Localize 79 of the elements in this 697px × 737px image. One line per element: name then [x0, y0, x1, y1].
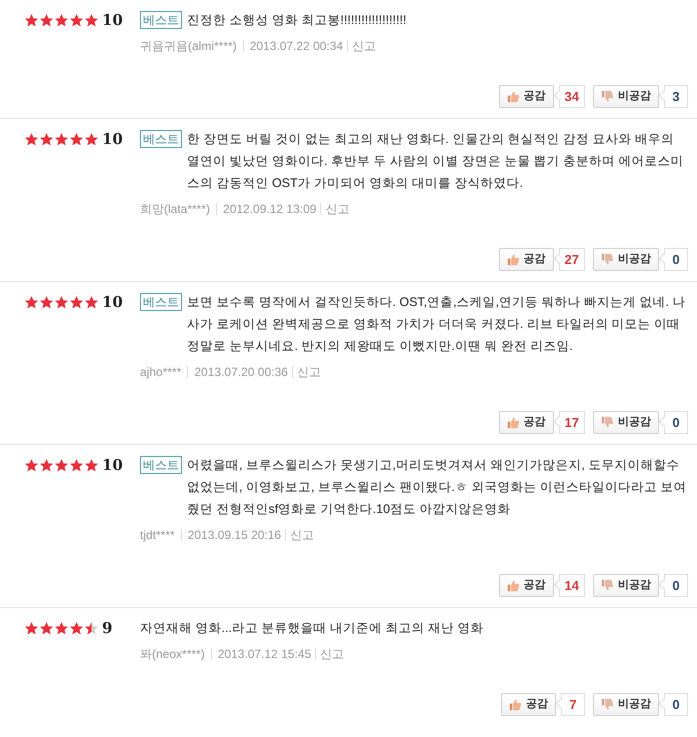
thumbs-down-icon [601, 253, 614, 266]
star-icon [39, 13, 54, 28]
rating-score: 10 [102, 131, 123, 147]
star-icon [84, 458, 99, 473]
review-date: 2013.07.12 15:45 [218, 646, 312, 663]
star-icon [84, 295, 99, 310]
review-date: 2013.09.15 20:16 [188, 527, 282, 544]
star-icon [54, 132, 69, 147]
star-icon [54, 621, 69, 636]
star-icon [24, 13, 39, 28]
star-icon [69, 13, 84, 28]
rating-score: 10 [102, 294, 123, 310]
review-text: 진정한 소행성 영화 최고봉!!!!!!!!!!!!!!!!!!! [187, 12, 408, 29]
review-date: 2012.09.12 13:09 [223, 201, 316, 218]
dislike-button[interactable]: 비공감 [593, 574, 659, 597]
star-icon [69, 295, 84, 310]
dislike-button[interactable]: 비공감 [593, 248, 659, 271]
dislike-count: 3 [664, 85, 688, 108]
like-button[interactable]: 공감 [501, 693, 556, 716]
thumbs-down-icon [601, 579, 614, 592]
thumbs-up-icon [506, 416, 520, 429]
thumbs-up-icon [506, 579, 520, 592]
review-text: 한 장면도 버릴 것이 없는 최고의 재난 영화다. 인물간의 현실적인 감정 묘사와 배우의 열연이 빛났던 영화이다. 후반부 두 사람의 이별 장면은 눈물 뽑기 충분하며 에어로스미스의 감동적인 OST가 가미되어 영화의 대미를 장식하였다. [187, 131, 685, 192]
star-icon [84, 621, 99, 636]
like-button[interactable]: 공감 [498, 574, 554, 597]
author-name: 귀욤귀욤(almi****) [140, 38, 237, 55]
rating-score: 10 [102, 457, 123, 473]
review-text: 자연재해 영화...라고 분류했을때 내기준에 최고의 재난 영화 [140, 620, 484, 637]
star-icon [54, 295, 69, 310]
thumbs-up-icon [509, 698, 522, 711]
review-text: 어렸을때, 브루스윌리스가 못생기고,머리도벗겨져서 왜인기가많은지, 도무지이해할수없었는데, 이영화보고, 브루스윌리스 팬이됐다.ㅎ 외국영화는 이런스타일이다라고 보여줬던 전형적인sf영화로 기억한다.10점도 아깝지않은영화 [187, 457, 688, 518]
dislike-button[interactable]: 비공감 [593, 85, 659, 108]
like-button[interactable]: 공감 [498, 85, 554, 108]
author-name: 희망(lata****) [140, 201, 210, 218]
like-button[interactable]: 공감 [498, 248, 554, 271]
star-icon [39, 458, 54, 473]
dislike-count: 0 [664, 574, 688, 597]
review-date: 2013.07.22 00:34 [250, 38, 344, 55]
dislike-button[interactable]: 비공감 [593, 693, 659, 716]
star-icon [39, 295, 54, 310]
author-name: tjdt**** [140, 527, 175, 544]
rating-score: 9 [102, 620, 112, 636]
star-icon [24, 132, 39, 147]
thumbs-up-icon [506, 90, 520, 103]
best-badge: 베스트 [140, 11, 182, 29]
rating-score: 10 [102, 12, 123, 28]
star-icon [24, 621, 39, 636]
review-date: 2013.07.20 00:36 [194, 364, 288, 381]
best-badge: 베스트 [140, 456, 182, 474]
best-badge: 베스트 [140, 293, 182, 311]
thumbs-down-icon [601, 698, 614, 711]
thumbs-down-icon [601, 90, 614, 103]
star-icon [84, 13, 99, 28]
star-icon [39, 132, 54, 147]
star-icon [24, 458, 39, 473]
dislike-button[interactable]: 비공감 [593, 411, 659, 434]
like-count: 17 [558, 411, 585, 434]
star-icon [54, 458, 69, 473]
dislike-count: 0 [664, 693, 688, 716]
like-count: 34 [558, 85, 585, 108]
review-text: 보면 보수록 명작에서 걸작인듯하다. OST,연출,스케일,연기등 뭐하나 빠지는게 없네. 나사가 로케이션 완벽제공으로 영화적 가치가 더더욱 커졌다. 리브 타일러의 미모는 이때 정말로 눈부시네요. 반지의 제왕때도 이뻤지만.이땐 뭐 완전 리즈임. [187, 294, 686, 355]
like-count: 27 [558, 248, 585, 271]
star-icon [69, 132, 84, 147]
best-badge: 베스트 [140, 130, 182, 148]
star-icon [69, 458, 84, 473]
thumbs-up-icon [506, 253, 520, 266]
like-count: 7 [561, 693, 585, 716]
author-name: 퐈(neox****) [140, 646, 205, 663]
dislike-count: 0 [664, 248, 688, 271]
dislike-count: 0 [664, 411, 688, 434]
star-icon [24, 295, 39, 310]
like-button[interactable]: 공감 [498, 411, 554, 434]
star-icon [69, 621, 84, 636]
like-count: 14 [558, 574, 585, 597]
author-name: ajho**** [140, 364, 182, 381]
star-icon [39, 621, 54, 636]
thumbs-down-icon [601, 416, 614, 429]
star-icon [54, 13, 69, 28]
star-icon [84, 132, 99, 147]
